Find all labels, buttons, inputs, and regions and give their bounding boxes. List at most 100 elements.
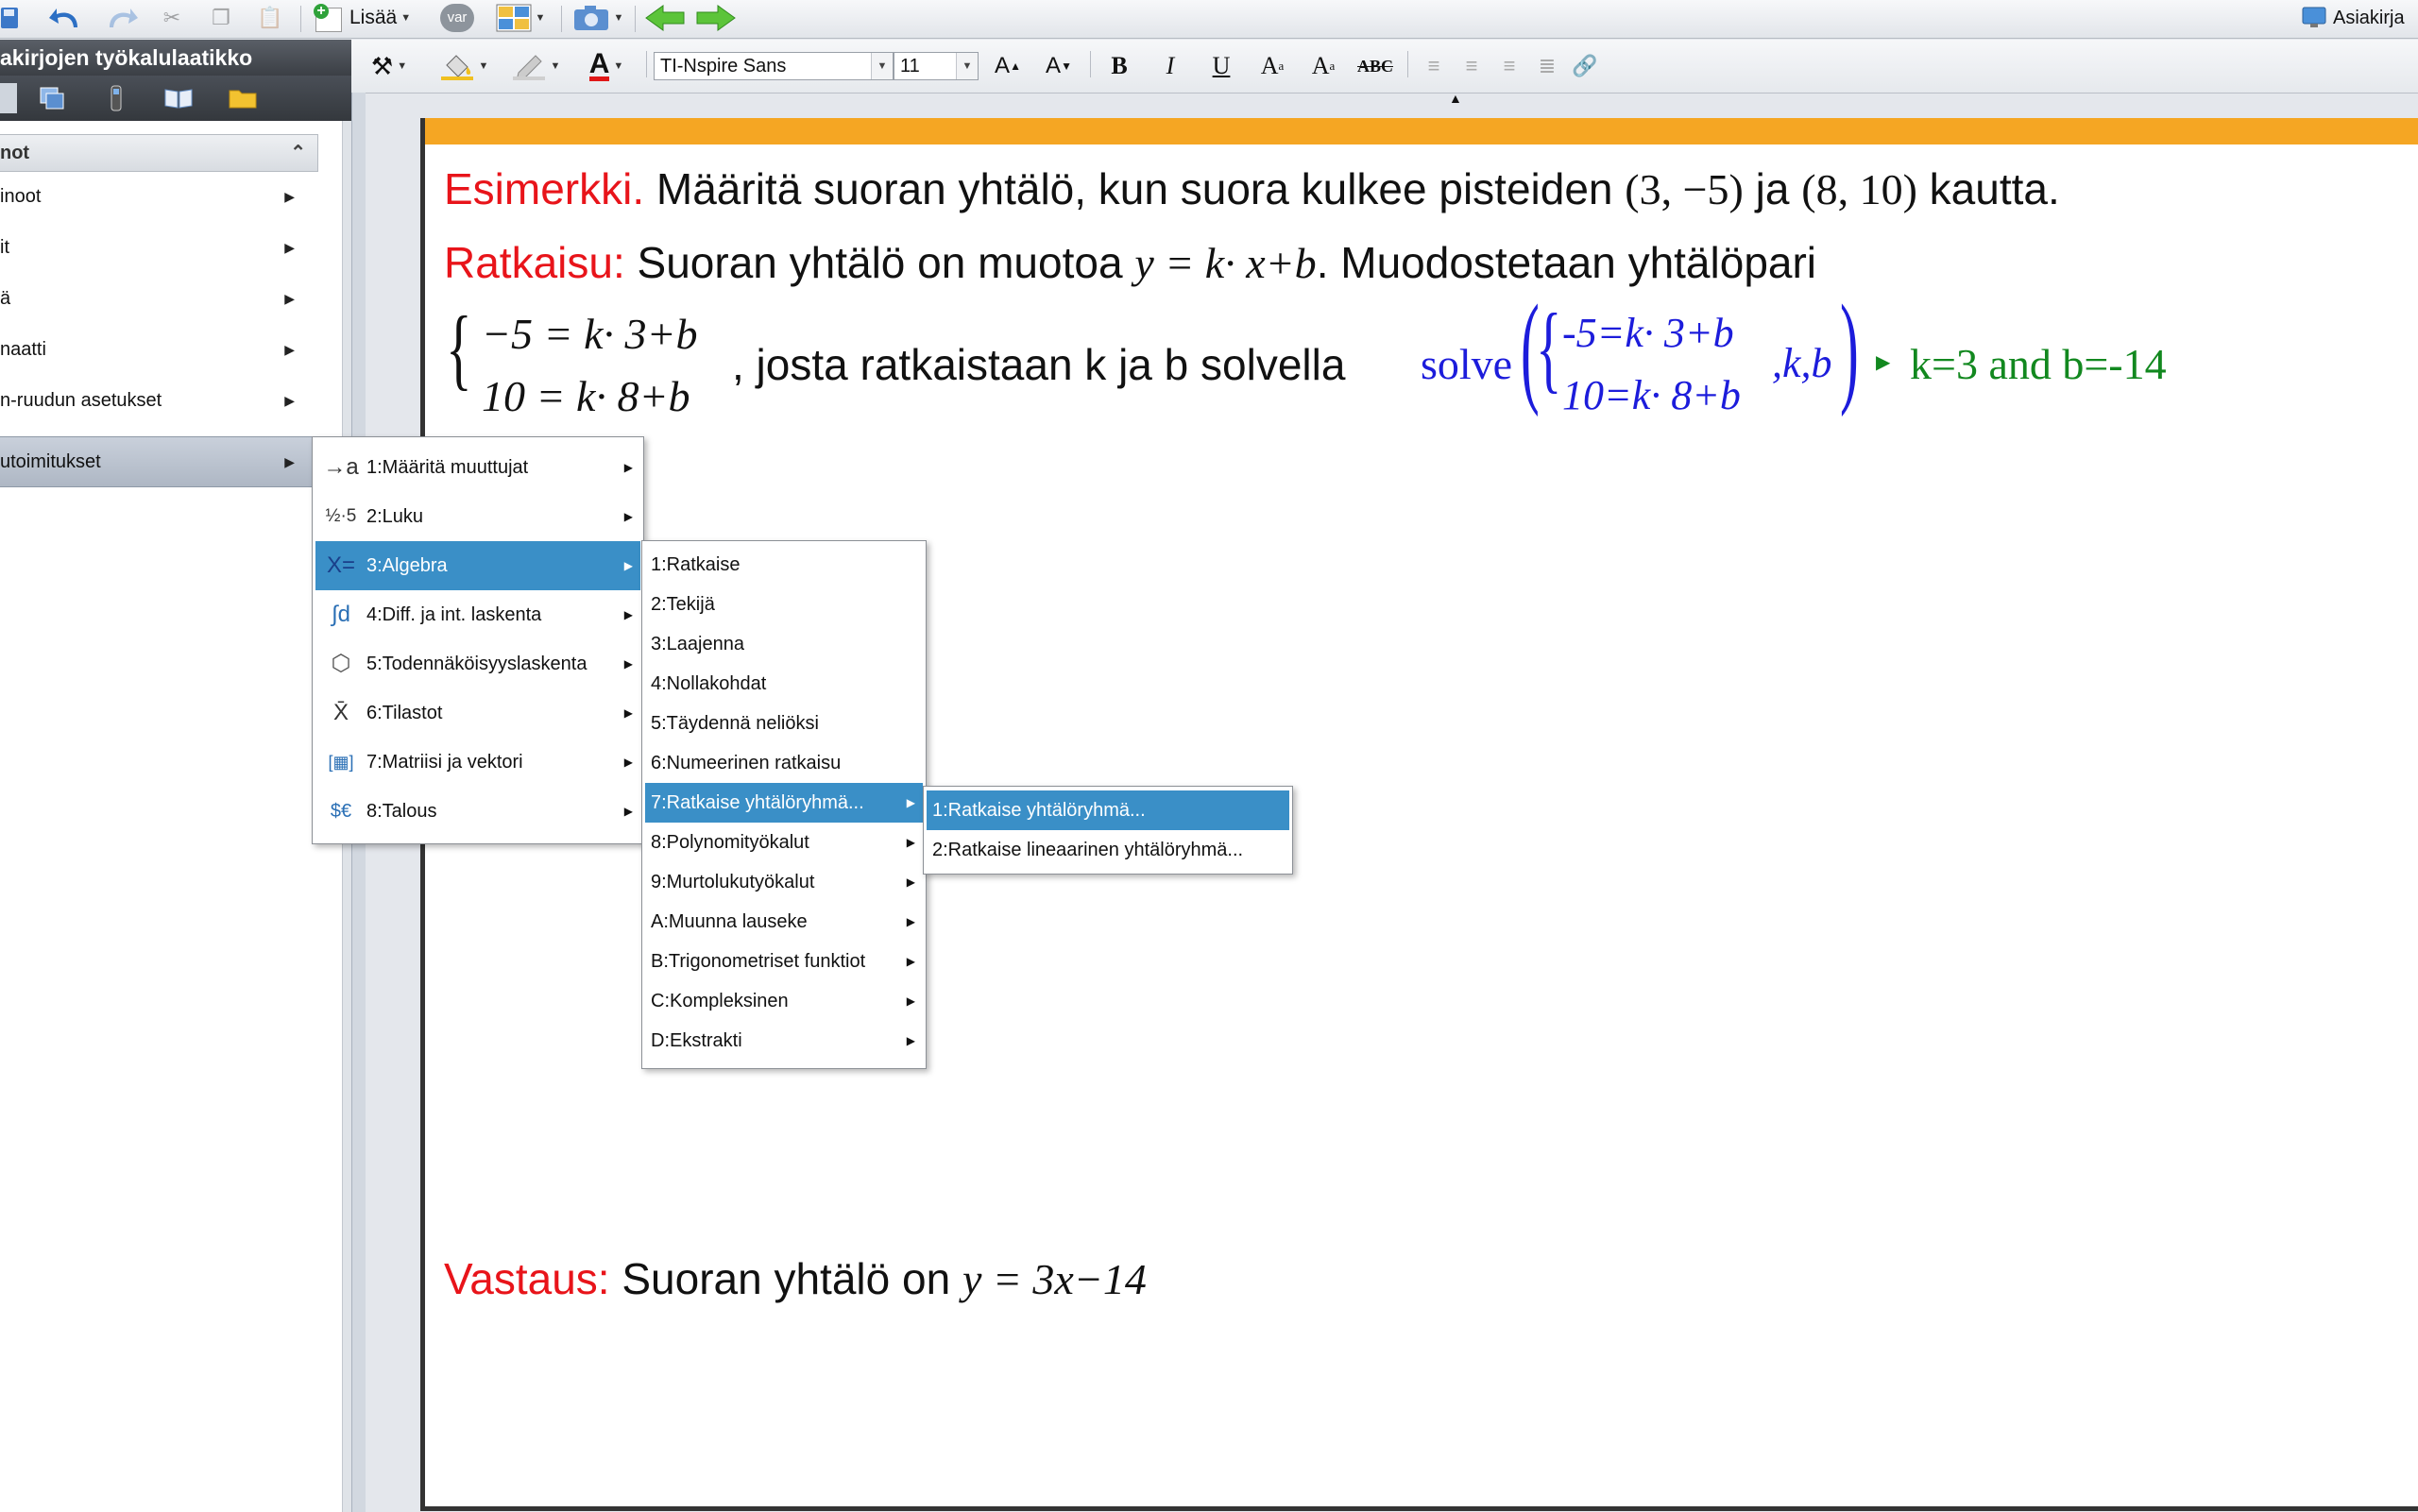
menu-item-calculus[interactable]: ∫d 4:Diff. ja int. laskenta ▶ <box>315 590 640 639</box>
sidebar-item-functions[interactable]: inoot ▶ <box>0 172 317 221</box>
submenu-item-numerical-solve[interactable]: 6:Numeerinen ratkaisu <box>645 743 923 783</box>
menu-item-matrix-vector[interactable]: [▦] 7:Matriisi ja vektori ▶ <box>315 738 640 787</box>
tab-utilities[interactable] <box>162 83 195 113</box>
sidebar-item-label: utoimitukset <box>0 451 101 472</box>
fill-color-button[interactable]: ▼ <box>434 51 495 81</box>
insert-button[interactable]: + Lisää ▼ <box>314 4 427 32</box>
tab-document-tools[interactable] <box>0 83 17 113</box>
submenu-item-expand[interactable]: 3:Laajenna <box>645 624 923 664</box>
line-equation-form: y = k· x+b <box>1134 239 1317 287</box>
menu-item-label: 2:Tekijä <box>651 594 715 615</box>
section-header-label: not <box>0 143 30 163</box>
submenu-item-solve-linear-system[interactable]: 2:Ratkaise lineaarinen yhtälöryhmä... <box>927 830 1289 870</box>
next-page-arrow-icon[interactable] <box>693 4 739 32</box>
menu-item-probability[interactable]: ⬡ 5:Todennäköisyyslaskenta ▶ <box>315 639 640 688</box>
submenu-item-zeros[interactable]: 4:Nollakohdat <box>645 664 923 704</box>
document-view-button[interactable]: Asiakirja <box>2301 4 2418 32</box>
tab-emulator[interactable] <box>100 83 132 113</box>
line-color-button[interactable]: ▼ <box>506 51 567 81</box>
strikethrough-button[interactable]: ABC <box>1351 51 1400 81</box>
menu-item-label: 5:Täydennä neliöksi <box>651 713 819 734</box>
save-icon[interactable] <box>0 4 21 32</box>
superscript-icon: A <box>1260 52 1279 79</box>
menu-item-label: 8:Talous <box>366 801 437 822</box>
menu-item-label: 6:Tilastot <box>366 703 443 723</box>
previous-page-arrow-icon[interactable] <box>642 4 688 32</box>
italic-button[interactable]: I <box>1149 51 1192 81</box>
answer-heading: Vastaus: <box>444 1254 610 1303</box>
submenu-item-solve-system-of-equations[interactable]: 1:Ratkaise yhtälöryhmä... <box>927 790 1289 830</box>
system-eq-2: 10 = k· 8+b <box>482 372 690 420</box>
page-layout-button[interactable]: ▼ <box>487 4 553 32</box>
tools-menu-button[interactable]: ⚒ ▼ <box>363 51 416 81</box>
menu-item-finance[interactable]: $€ 8:Talous ▶ <box>315 787 640 836</box>
font-size-select[interactable]: 11 ▼ <box>894 52 979 80</box>
increase-font-icon[interactable]: A ▲ <box>986 51 1030 81</box>
text-color-button[interactable]: A ▼ <box>578 49 635 81</box>
section-header[interactable]: not ⌃ <box>0 134 318 172</box>
system-brace: { <box>446 297 472 399</box>
menu-item-statistics[interactable]: X̄ 6:Tilastot ▶ <box>315 688 640 738</box>
submenu-item-complete-square[interactable]: 5:Täydennä neliöksi <box>645 704 923 743</box>
tab-content-explorer[interactable] <box>227 83 259 113</box>
sidebar-item-2[interactable]: it ▶ <box>0 223 317 272</box>
cut-icon[interactable]: ✂ <box>151 4 193 32</box>
link-icon[interactable]: 🔗 <box>1566 51 1604 81</box>
toolbox-title: akirjojen työkalulaatikko <box>0 40 351 76</box>
menu-item-algebra[interactable]: X= 3:Algebra ▶ <box>315 541 640 590</box>
submenu-item-polynomial-tools[interactable]: 8:Polynomityökalut ▶ <box>645 823 923 862</box>
align-justify-icon[interactable]: ≣ <box>1528 51 1566 81</box>
answer-text: Suoran yhtälö on <box>609 1254 962 1303</box>
submenu-item-trigonometry[interactable]: B:Trigonometriset funktiot ▶ <box>645 942 923 981</box>
submenu-item-factor[interactable]: 2:Tekijä <box>645 585 923 624</box>
page-sorter-icon <box>40 87 64 110</box>
submenu-item-convert-expression[interactable]: A:Muunna lauseke ▶ <box>645 902 923 942</box>
align-left-icon[interactable]: ≡ <box>1415 51 1453 81</box>
paste-icon[interactable]: 📋 <box>249 4 291 32</box>
menu-item-define-variables[interactable]: →a 1:Määritä muuttujat ▶ <box>315 443 640 492</box>
screenshot-button[interactable]: ▼ <box>567 4 629 32</box>
menu-item-label: 7:Matriisi ja vektori <box>366 752 523 773</box>
align-right-icon[interactable]: ≡ <box>1490 51 1528 81</box>
superscript-button[interactable]: Aa <box>1251 51 1294 81</box>
submenu-item-solve[interactable]: 1:Ratkaise <box>645 545 923 585</box>
chevron-right-icon: ▶ <box>906 994 915 1008</box>
menu-item-label: 5:Todennäköisyyslaskenta <box>366 654 587 674</box>
sidebar-item-label: n-ruudun asetukset <box>0 390 162 411</box>
answer-equation: y = 3x−14 <box>962 1255 1147 1303</box>
sidebar-item-calculations[interactable]: utoimitukset ▶ <box>0 436 317 487</box>
tab-page-sorter[interactable] <box>36 83 68 113</box>
menu-item-number[interactable]: ½·5 2:Luku ▶ <box>315 492 640 541</box>
answer-line: Vastaus: Suoran yhtälö on y = 3x−14 <box>444 1253 1147 1304</box>
collapse-icon: ⌃ <box>290 143 306 163</box>
dice-icon: ⬡ <box>331 651 351 676</box>
sidebar-item-format[interactable]: naatti ▶ <box>0 325 317 374</box>
example-text-end: kautta. <box>1916 164 2060 213</box>
copy-icon[interactable]: ❐ <box>200 4 242 32</box>
undo-icon[interactable] <box>47 4 89 32</box>
camera-icon <box>573 6 608 30</box>
menu-item-label: 1:Ratkaise yhtälöryhmä... <box>932 800 1146 821</box>
submenu-item-complex[interactable]: C:Kompleksinen ▶ <box>645 981 923 1021</box>
underline-button[interactable]: U <box>1200 51 1243 81</box>
menu-item-label: 1:Määritä muuttujat <box>366 457 529 478</box>
subscript-button[interactable]: Aa <box>1302 51 1345 81</box>
redo-icon[interactable] <box>98 4 140 32</box>
sidebar-item-3[interactable]: ä ▶ <box>0 274 317 323</box>
variables-button[interactable]: var <box>438 4 476 32</box>
menu-item-label: 2:Ratkaise lineaarinen yhtälöryhmä... <box>932 840 1244 860</box>
chevron-right-icon: ▶ <box>623 657 633 671</box>
chevron-right-icon: ▶ <box>623 706 633 720</box>
solve-eq-2: 10=k· 8+b <box>1562 372 1741 418</box>
solve-paren-right: ) <box>1840 279 1859 417</box>
bold-icon: B <box>1111 52 1128 79</box>
submenu-item-extract[interactable]: D:Ekstrakti ▶ <box>645 1021 923 1061</box>
sidebar-item-view-settings[interactable]: n-ruudun asetukset ▶ <box>0 376 317 425</box>
insert-icon: + <box>314 4 346 32</box>
submenu-item-fraction-tools[interactable]: 9:Murtolukutyökalut ▶ <box>645 862 923 902</box>
align-center-icon[interactable]: ≡ <box>1453 51 1490 81</box>
decrease-font-icon[interactable]: A ▼ <box>1037 51 1081 81</box>
submenu-item-solve-system[interactable]: 7:Ratkaise yhtälöryhmä... ▶ <box>645 783 923 823</box>
font-name-select[interactable]: TI-Nspire Sans ▼ <box>654 52 894 80</box>
bold-button[interactable]: B <box>1098 51 1141 81</box>
